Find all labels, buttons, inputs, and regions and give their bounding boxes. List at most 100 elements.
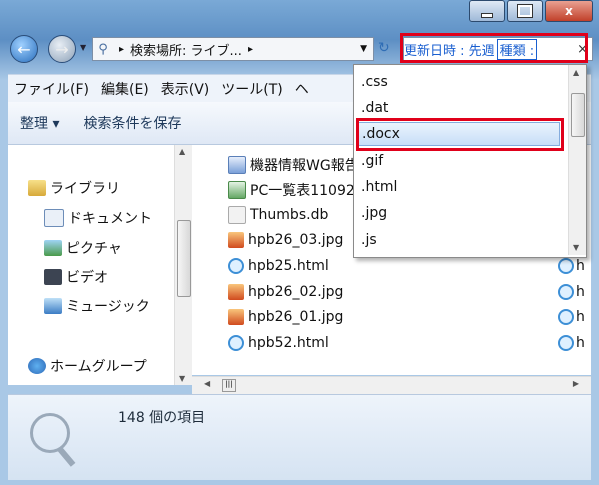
music-icon (44, 298, 62, 314)
word-file-icon (228, 156, 246, 174)
file-name: h (576, 284, 585, 300)
image-file-icon (228, 232, 244, 248)
search-highlight-box (400, 33, 588, 63)
html-file-icon (558, 258, 574, 274)
documents-icon (44, 209, 64, 227)
file-name: Thumbs.db (250, 207, 329, 223)
list-item[interactable]: hpb26_02.jpg (228, 284, 343, 300)
menu-help[interactable]: ヘ (289, 79, 315, 99)
magnifier-handle (56, 446, 76, 467)
sidebar-item-label: ピクチャ (66, 241, 122, 257)
navigation-pane: ライブラリ ドキュメント ピクチャ ビデオ ミュージック ホームグループ (8, 145, 174, 385)
organize-button[interactable]: 整理 ▾ (8, 113, 71, 133)
menu-view[interactable]: 表示(V) (155, 79, 216, 99)
sidebar-item-label: ホームグループ (50, 359, 147, 375)
list-item[interactable]: Thumbs.db (228, 206, 328, 224)
recent-pages-dropdown[interactable]: ▼ (80, 43, 86, 52)
minimize-icon (481, 12, 493, 18)
list-item[interactable]: hpb25.html (228, 258, 329, 274)
scroll-down-icon[interactable]: ▼ (179, 374, 185, 383)
scroll-thumb[interactable]: ||| (222, 379, 236, 392)
homegroup-icon (28, 358, 46, 374)
scroll-thumb[interactable] (571, 93, 585, 137)
list-item[interactable]: h (558, 258, 585, 274)
breadcrumb-arrow-icon: ▸ (119, 43, 125, 55)
sidebar-item-label: ドキュメント (68, 211, 152, 227)
address-dropdown-icon[interactable]: ▼ (360, 44, 367, 54)
sidebar-item-label: ビデオ (66, 270, 108, 286)
breadcrumb-arrow-icon[interactable]: ▸ (248, 44, 253, 55)
list-item[interactable]: 機器情報WG報告 (228, 155, 359, 175)
file-name: h (576, 309, 585, 325)
scroll-right-icon[interactable]: ▶ (573, 379, 579, 388)
html-file-icon (228, 258, 244, 274)
menu-tools[interactable]: ツール(T) (215, 79, 288, 99)
maximize-button[interactable] (507, 0, 543, 22)
list-item[interactable]: hpb26_03.jpg (228, 232, 343, 248)
file-list-hscrollbar[interactable]: ◀ ||| ▶ (192, 376, 591, 394)
close-button[interactable]: x (545, 0, 593, 22)
sidebar-item-library[interactable]: ライブラリ (28, 178, 120, 198)
kind-option[interactable]: .css (358, 70, 563, 94)
html-file-icon (558, 284, 574, 300)
sidebar-item-homegroup[interactable]: ホームグループ (28, 356, 147, 376)
kind-option[interactable]: .js (358, 228, 563, 252)
file-name: PC一覧表11092 (250, 183, 355, 199)
pictures-icon (44, 240, 62, 256)
file-name: hpb26_01.jpg (248, 309, 344, 325)
video-icon (44, 269, 62, 285)
library-icon (28, 180, 46, 196)
scroll-left-icon[interactable]: ◀ (204, 379, 210, 388)
save-search-button[interactable]: 検索条件を保存 (71, 113, 193, 133)
menu-file[interactable]: ファイル(F) (8, 79, 95, 99)
kind-dropdown-scrollbar[interactable]: ▲ ▼ (568, 65, 586, 255)
file-name: hpb52.html (248, 335, 329, 351)
list-item[interactable]: hpb26_01.jpg (228, 309, 343, 325)
refresh-icon[interactable]: ↻ (378, 40, 390, 56)
maximize-icon (517, 4, 533, 18)
details-pane: 148 個の項目 (8, 394, 591, 480)
sidebar-item-videos[interactable]: ビデオ (44, 267, 108, 287)
back-arrow-icon: ← (17, 39, 31, 59)
search-icon: ⚲ (98, 41, 108, 57)
navigation-scrollbar[interactable]: ▲ ▼ (174, 145, 192, 385)
magnifier-icon (30, 413, 70, 453)
forward-button[interactable]: → (48, 35, 76, 63)
list-item[interactable]: h (558, 335, 585, 351)
kind-option[interactable]: .jpg (358, 201, 563, 225)
item-count: 148 個の項目 (118, 410, 206, 426)
scroll-thumb[interactable] (177, 220, 191, 297)
back-button[interactable]: ← (10, 35, 38, 63)
sidebar-item-music[interactable]: ミュージック (44, 296, 150, 316)
kind-option[interactable]: .html (358, 175, 563, 199)
kind-dropdown: .css .dat .docx .gif .html .jpg .js ▲ ▼ (353, 64, 587, 258)
kind-option[interactable]: .gif (358, 149, 563, 173)
list-item[interactable]: h (558, 284, 585, 300)
list-item[interactable]: PC一覧表11092 (228, 180, 355, 200)
sidebar-item-documents[interactable]: ドキュメント (44, 208, 152, 228)
file-name: h (576, 335, 585, 351)
menu-edit[interactable]: 編集(E) (95, 79, 155, 99)
sidebar-item-label: ミュージック (66, 299, 150, 315)
scroll-up-icon[interactable]: ▲ (573, 68, 579, 77)
file-name: 機器情報WG報告 (250, 158, 359, 174)
scroll-down-icon[interactable]: ▼ (573, 243, 579, 252)
kind-option[interactable]: .dat (358, 96, 563, 120)
list-item[interactable]: hpb52.html (228, 335, 329, 351)
scroll-up-icon[interactable]: ▲ (179, 147, 185, 156)
file-name: hpb26_02.jpg (248, 284, 344, 300)
image-file-icon (228, 309, 244, 325)
file-name: h (576, 258, 585, 274)
sidebar-item-pictures[interactable]: ピクチャ (44, 238, 122, 258)
list-item[interactable]: h (558, 309, 585, 325)
address-bar[interactable]: ⚲ ▸ 検索場所: ライブ... ▸ ▼ (92, 37, 374, 61)
html-file-icon (228, 335, 244, 351)
file-name: hpb25.html (248, 258, 329, 274)
html-file-icon (558, 335, 574, 351)
excel-file-icon (228, 181, 246, 199)
address-text: 検索場所: ライブ... (130, 43, 242, 59)
db-file-icon (228, 206, 246, 224)
file-name: hpb26_03.jpg (248, 232, 344, 248)
explorer-window: x ← → ▼ ⚲ ▸ 検索場所: ライブ... ▸ ▼ ↻ 更新日時 : 先週… (0, 0, 599, 485)
minimize-button[interactable] (469, 0, 505, 22)
